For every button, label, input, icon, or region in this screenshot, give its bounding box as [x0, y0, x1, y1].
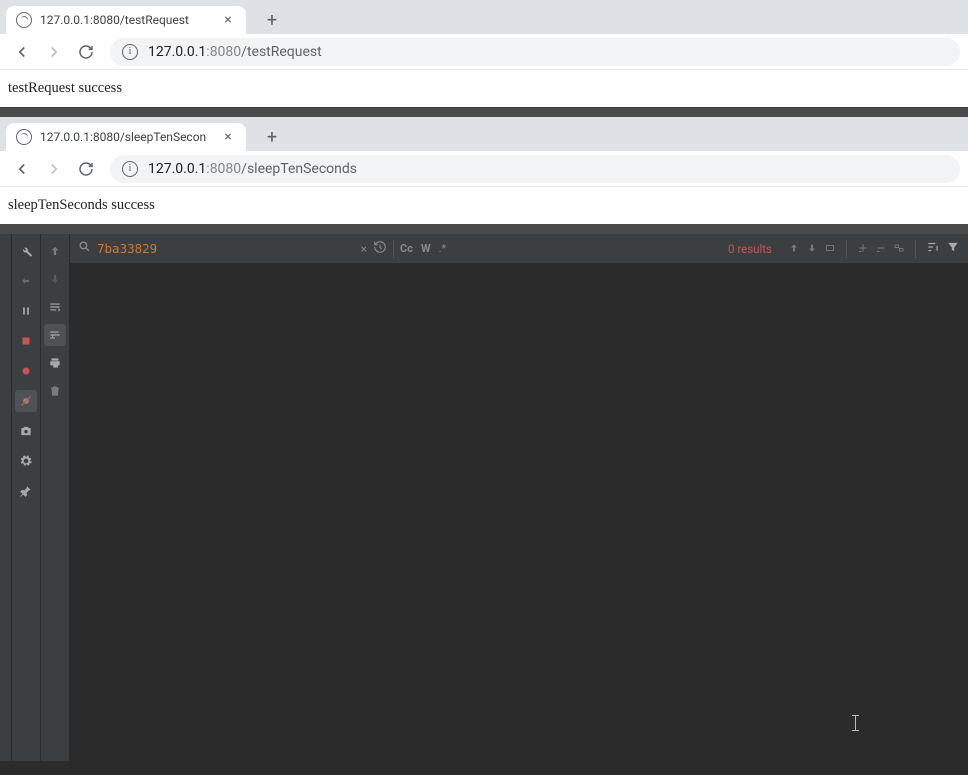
camera-icon[interactable]: [15, 420, 37, 442]
filter-icon[interactable]: [946, 239, 960, 258]
info-icon[interactable]: i: [122, 161, 138, 177]
globe-icon: [16, 129, 32, 145]
find-nav: [788, 239, 960, 258]
close-icon[interactable]: ×: [220, 12, 236, 28]
wrench-icon[interactable]: [15, 240, 37, 262]
tab-title: 127.0.0.1:8080/sleepTenSecon: [40, 130, 212, 144]
regex-toggle[interactable]: .*: [439, 242, 447, 255]
find-input-wrap: ×: [97, 241, 367, 256]
address-row: i 127.0.0.1:8080/testRequest: [0, 34, 968, 70]
select-occurrences-icon[interactable]: [893, 239, 905, 258]
words-toggle[interactable]: W: [421, 242, 431, 255]
ide-panel: Structure: [0, 234, 968, 761]
address-row: i 127.0.0.1:8080/sleepTenSeconds: [0, 151, 968, 187]
browser-window-1: 127.0.0.1:8080/testRequest × + i 127.0.0…: [0, 0, 968, 107]
console-output[interactable]: [70, 264, 968, 761]
left-rail: Structure: [0, 234, 12, 761]
separator: [846, 240, 847, 258]
globe-icon: [16, 12, 32, 28]
next-match-icon[interactable]: [806, 239, 818, 258]
filter-settings-icon[interactable]: [926, 239, 940, 258]
add-selection-icon[interactable]: [857, 239, 869, 258]
tab-strip: 127.0.0.1:8080/sleepTenSecon × +: [0, 117, 968, 151]
browser-tab[interactable]: 127.0.0.1:8080/testRequest ×: [6, 6, 246, 34]
select-all-icon[interactable]: [824, 239, 836, 258]
tab-title: 127.0.0.1:8080/testRequest: [40, 13, 212, 27]
gap: [0, 108, 968, 117]
address-bar[interactable]: i 127.0.0.1:8080/sleepTenSeconds: [110, 155, 960, 183]
close-icon[interactable]: ×: [220, 129, 236, 145]
clear-icon[interactable]: ×: [361, 242, 367, 256]
breakpoint-icon[interactable]: [15, 360, 37, 382]
browser-window-2: 127.0.0.1:8080/sleepTenSecon × + i 127.0…: [0, 117, 968, 224]
browser-tab[interactable]: 127.0.0.1:8080/sleepTenSecon ×: [6, 123, 246, 151]
print-icon[interactable]: [44, 352, 66, 374]
stop-icon[interactable]: [15, 330, 37, 352]
page-body: sleepTenSeconds success: [0, 187, 968, 224]
history-icon[interactable]: [373, 239, 387, 258]
trash-icon[interactable]: [44, 380, 66, 402]
page-body: testRequest success: [0, 70, 968, 107]
down-arrow-icon[interactable]: [44, 268, 66, 290]
find-input[interactable]: [97, 241, 355, 256]
new-tab-button[interactable]: +: [258, 123, 286, 151]
up-arrow-icon[interactable]: [44, 240, 66, 262]
address-bar[interactable]: i 127.0.0.1:8080/testRequest: [110, 38, 960, 66]
scroll-icon[interactable]: [44, 296, 66, 318]
gear-icon[interactable]: [15, 450, 37, 472]
reload-button[interactable]: [72, 38, 100, 66]
gap: [0, 224, 968, 234]
match-case-toggle[interactable]: Cc: [400, 242, 413, 255]
mute-breakpoints-icon[interactable]: [15, 390, 37, 412]
reload-button[interactable]: [72, 155, 100, 183]
tool-column: [12, 234, 41, 761]
separator: [915, 240, 916, 258]
back-button[interactable]: [8, 155, 36, 183]
console-main: × Cc W .* 0 results: [70, 234, 968, 761]
forward-button[interactable]: [40, 155, 68, 183]
search-icon: [78, 240, 91, 257]
text-cursor: [855, 715, 856, 731]
soft-wrap-icon[interactable]: [44, 324, 66, 346]
find-results: 0 results: [728, 242, 772, 256]
pin-icon[interactable]: [15, 480, 37, 502]
find-bar: × Cc W .* 0 results: [70, 234, 968, 264]
prev-match-icon[interactable]: [788, 239, 800, 258]
separator: [393, 240, 394, 258]
url-text: 127.0.0.1:8080/sleepTenSeconds: [148, 161, 357, 177]
back-button[interactable]: [8, 38, 36, 66]
info-icon[interactable]: i: [122, 44, 138, 60]
forward-button[interactable]: [40, 38, 68, 66]
find-options: Cc W .*: [400, 242, 446, 255]
step-over-icon[interactable]: [15, 270, 37, 292]
pause-icon[interactable]: [15, 300, 37, 322]
url-text: 127.0.0.1:8080/testRequest: [148, 44, 322, 60]
new-tab-button[interactable]: +: [258, 6, 286, 34]
remove-selection-icon[interactable]: [875, 239, 887, 258]
exec-column: [41, 234, 70, 761]
tab-strip: 127.0.0.1:8080/testRequest × +: [0, 0, 968, 34]
